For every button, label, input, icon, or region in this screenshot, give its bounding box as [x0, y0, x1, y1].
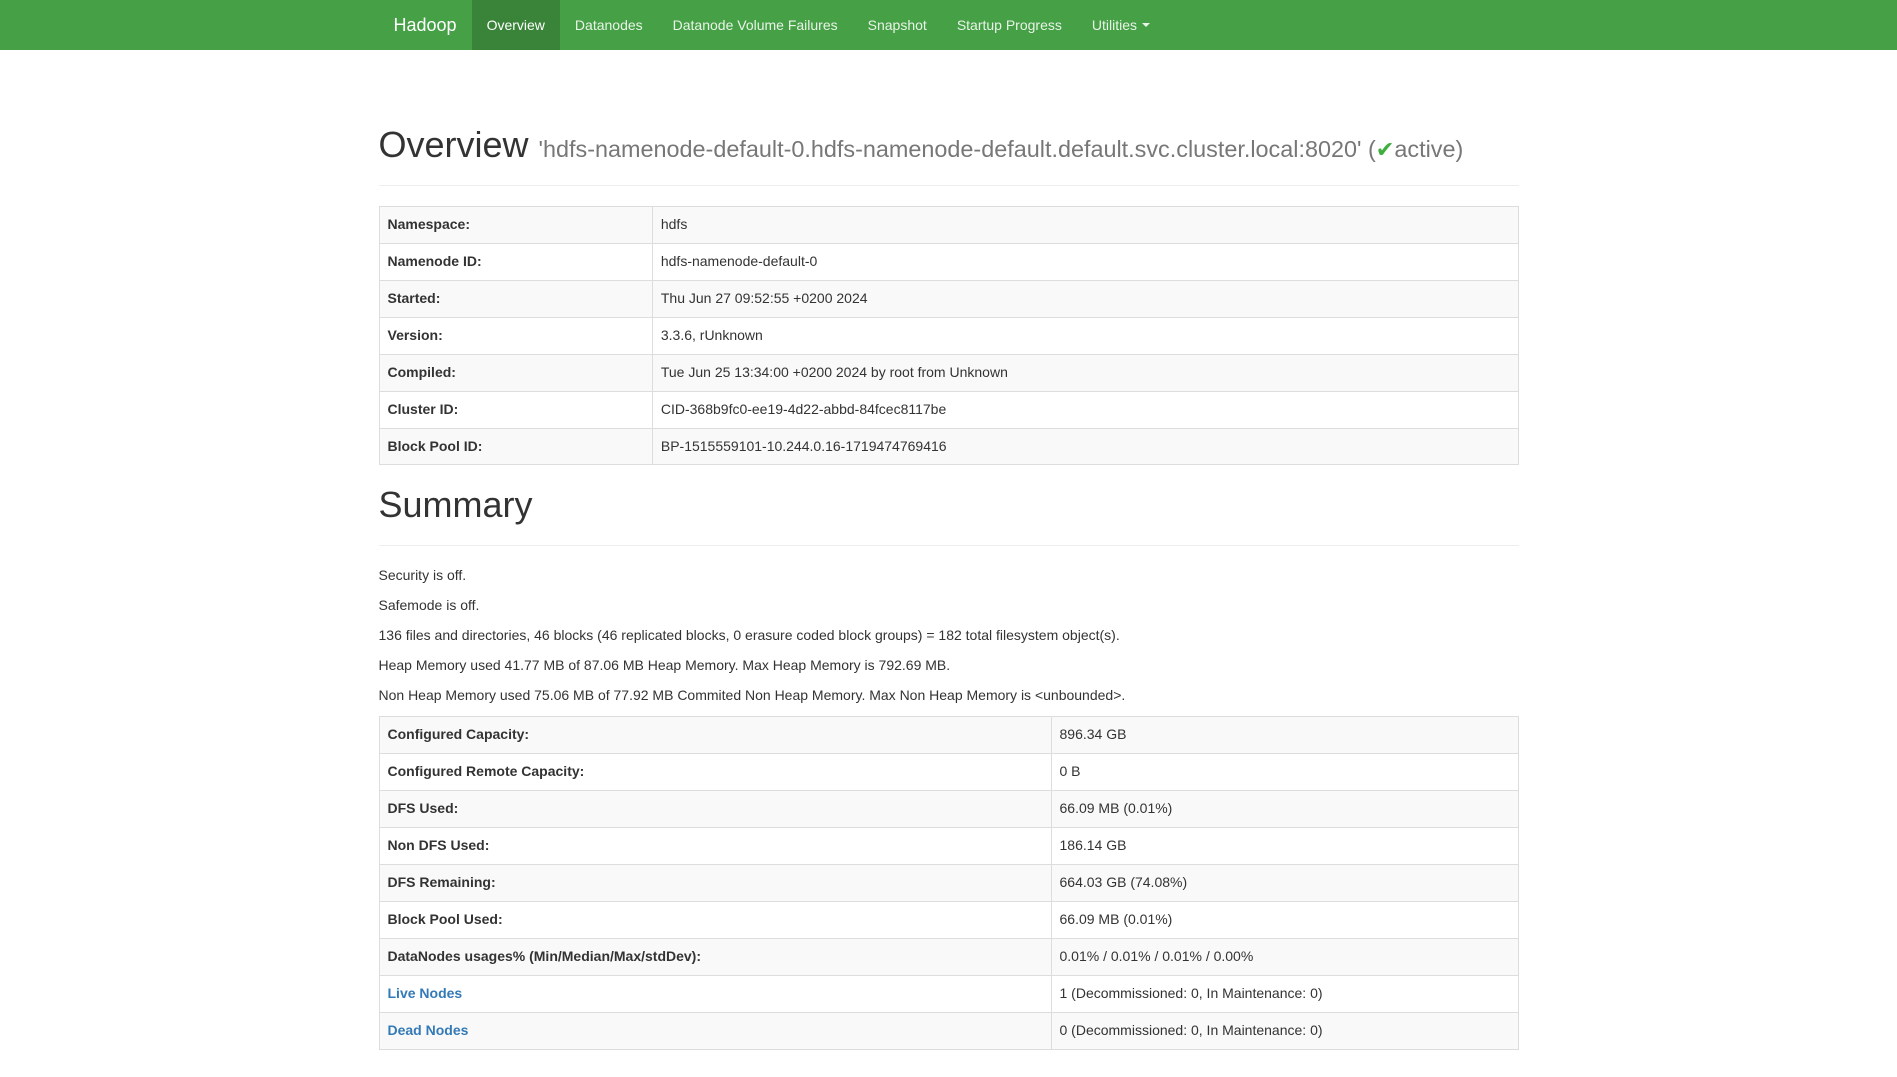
nav-item-label: Startup Progress	[957, 15, 1062, 35]
nav-item-label: Snapshot	[868, 15, 927, 35]
nav-item-snapshot[interactable]: Snapshot	[853, 0, 942, 50]
row-label: Block Pool Used:	[379, 901, 1051, 938]
nav-item-datanodes[interactable]: Datanodes	[560, 0, 658, 50]
namenode-info-table: Namespace:hdfs Namenode ID:hdfs-namenode…	[379, 206, 1519, 466]
row-value: 66.09 MB (0.01%)	[1051, 901, 1518, 938]
row-value: 186.14 GB	[1051, 827, 1518, 864]
row-label: Version:	[379, 317, 652, 354]
row-configured-remote-capacity: Configured Remote Capacity:0 B	[379, 753, 1518, 790]
check-icon: ✔	[1376, 137, 1395, 162]
row-value: hdfs-namenode-default-0	[652, 243, 1518, 280]
row-value: 664.03 GB (74.08%)	[1051, 864, 1518, 901]
heap-memory-text: Heap Memory used 41.77 MB of 87.06 MB He…	[379, 656, 1519, 676]
row-value: Thu Jun 27 09:52:55 +0200 2024	[652, 280, 1518, 317]
row-namespace: Namespace:hdfs	[379, 206, 1518, 243]
navbar: Hadoop Overview Datanodes Datanode Volum…	[0, 0, 1897, 50]
row-value: 896.34 GB	[1051, 717, 1518, 754]
dead-nodes-link[interactable]: Dead Nodes	[388, 1022, 469, 1038]
row-label: Live Nodes	[379, 975, 1051, 1012]
page-title: Overview 'hdfs-namenode-default-0.hdfs-n…	[379, 125, 1519, 165]
row-dfs-used: DFS Used:66.09 MB (0.01%)	[379, 790, 1518, 827]
nav-item-label: Datanode Volume Failures	[673, 15, 838, 35]
row-block-pool-id: Block Pool ID:BP-1515559101-10.244.0.16-…	[379, 428, 1518, 465]
row-label: Configured Remote Capacity:	[379, 753, 1051, 790]
nav-item-label: Utilities	[1092, 15, 1137, 35]
namenode-address: 'hdfs-namenode-default-0.hdfs-namenode-d…	[539, 136, 1362, 162]
brand: Hadoop	[379, 0, 472, 50]
row-label: Cluster ID:	[379, 391, 652, 428]
row-block-pool-used: Block Pool Used:66.09 MB (0.01%)	[379, 901, 1518, 938]
status-badge: (✔active)	[1368, 136, 1463, 162]
row-value: 0.01% / 0.01% / 0.01% / 0.00%	[1051, 938, 1518, 975]
page-title-text: Overview	[379, 124, 529, 165]
row-live-nodes: Live Nodes 1 (Decommissioned: 0, In Maint…	[379, 975, 1518, 1012]
security-status-text: Security is off.	[379, 566, 1519, 586]
nav-item-startup-progress[interactable]: Startup Progress	[942, 0, 1077, 50]
nav-item-label: Datanodes	[575, 15, 643, 35]
row-started: Started:Thu Jun 27 09:52:55 +0200 2024	[379, 280, 1518, 317]
main-content: Overview 'hdfs-namenode-default-0.hdfs-n…	[364, 50, 1534, 1050]
row-label: Dead Nodes	[379, 1012, 1051, 1049]
row-label: Compiled:	[379, 354, 652, 391]
row-label: Non DFS Used:	[379, 827, 1051, 864]
row-value: CID-368b9fc0-ee19-4d22-abbd-84fcec8117be	[652, 391, 1518, 428]
row-value: 0 (Decommissioned: 0, In Maintenance: 0)	[1051, 1012, 1518, 1049]
nav-item-datanode-volume-failures[interactable]: Datanode Volume Failures	[658, 0, 853, 50]
filesystem-objects-text: 136 files and directories, 46 blocks (46…	[379, 626, 1519, 646]
row-label: DFS Used:	[379, 790, 1051, 827]
row-value: 1 (Decommissioned: 0, In Maintenance: 0)	[1051, 975, 1518, 1012]
row-value: BP-1515559101-10.244.0.16-1719474769416	[652, 428, 1518, 465]
nav-item-label: Overview	[487, 15, 545, 35]
safemode-status-text: Safemode is off.	[379, 596, 1519, 616]
row-label: DataNodes usages% (Min/Median/Max/stdDev…	[379, 938, 1051, 975]
row-compiled: Compiled:Tue Jun 25 13:34:00 +0200 2024 …	[379, 354, 1518, 391]
page-subtitle: 'hdfs-namenode-default-0.hdfs-namenode-d…	[539, 136, 1464, 162]
row-non-dfs-used: Non DFS Used:186.14 GB	[379, 827, 1518, 864]
row-configured-capacity: Configured Capacity:896.34 GB	[379, 717, 1518, 754]
navbar-inner: Hadoop Overview Datanodes Datanode Volum…	[364, 0, 1534, 50]
row-value: 0 B	[1051, 753, 1518, 790]
divider	[379, 185, 1519, 186]
status-text: active)	[1394, 136, 1463, 162]
summary-table: Configured Capacity:896.34 GB Configured…	[379, 716, 1519, 1050]
row-value: hdfs	[652, 206, 1518, 243]
summary-title: Summary	[379, 485, 1519, 525]
row-cluster-id: Cluster ID:CID-368b9fc0-ee19-4d22-abbd-8…	[379, 391, 1518, 428]
row-value: Tue Jun 25 13:34:00 +0200 2024 by root f…	[652, 354, 1518, 391]
row-label: Block Pool ID:	[379, 428, 652, 465]
row-dfs-remaining: DFS Remaining:664.03 GB (74.08%)	[379, 864, 1518, 901]
row-label: Namenode ID:	[379, 243, 652, 280]
row-label: Started:	[379, 280, 652, 317]
row-version: Version:3.3.6, rUnknown	[379, 317, 1518, 354]
row-label: Namespace:	[379, 206, 652, 243]
row-value: 3.3.6, rUnknown	[652, 317, 1518, 354]
row-datanode-usages: DataNodes usages% (Min/Median/Max/stdDev…	[379, 938, 1518, 975]
row-dead-nodes: Dead Nodes 0 (Decommissioned: 0, In Maint…	[379, 1012, 1518, 1049]
row-value: 66.09 MB (0.01%)	[1051, 790, 1518, 827]
live-nodes-link[interactable]: Live Nodes	[388, 985, 463, 1001]
row-label: DFS Remaining:	[379, 864, 1051, 901]
non-heap-memory-text: Non Heap Memory used 75.06 MB of 77.92 M…	[379, 686, 1519, 706]
row-label: Configured Capacity:	[379, 717, 1051, 754]
nav-item-utilities-dropdown[interactable]: Utilities	[1077, 0, 1165, 50]
navbar-menu: Overview Datanodes Datanode Volume Failu…	[472, 0, 1165, 50]
divider	[379, 545, 1519, 546]
chevron-down-icon	[1142, 23, 1150, 27]
row-namenode-id: Namenode ID:hdfs-namenode-default-0	[379, 243, 1518, 280]
nav-item-overview[interactable]: Overview	[472, 0, 560, 50]
